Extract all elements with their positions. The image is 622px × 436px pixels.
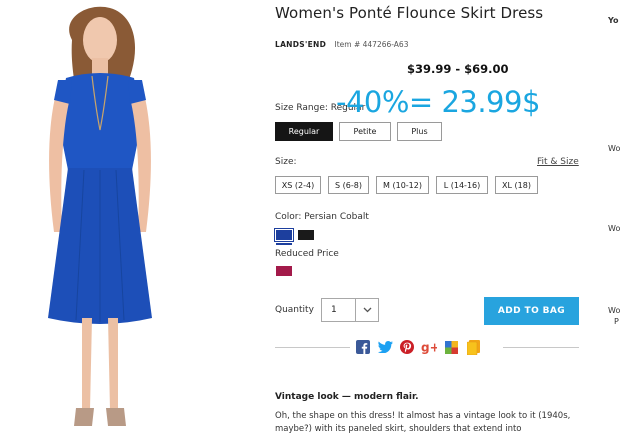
product-photo[interactable] [0, 0, 200, 436]
selected-swatch-indicator [276, 243, 292, 245]
share-icons: g+ [355, 339, 481, 355]
divider [275, 347, 350, 348]
quantity-value: 1 [331, 305, 337, 315]
model-wearing-dress-image [48, 6, 152, 426]
size-xs-button[interactable]: XS (2-4) [275, 176, 321, 194]
pinterest-icon[interactable] [399, 339, 415, 355]
twitter-icon[interactable] [377, 339, 393, 355]
item-number: Item # 447266-A63 [334, 40, 409, 49]
side-heading-fragment: Yo [608, 16, 619, 25]
price-range: $39.99 - $69.00 [407, 62, 509, 76]
color-swatch-black[interactable] [298, 230, 314, 240]
size-s-button[interactable]: S (6-8) [328, 176, 369, 194]
product-title: Women's Ponté Flounce Skirt Dress [275, 4, 544, 22]
description-heading: Vintage look — modern flair. [275, 392, 419, 402]
brand-row: LANDS'END Item # 447266-A63 [275, 40, 408, 49]
color-label: Color: Persian Cobalt [275, 212, 369, 222]
side-item-fragment: Wo [608, 306, 621, 315]
facebook-icon[interactable] [355, 339, 371, 355]
quantity-label: Quantity [275, 305, 314, 315]
gift-icon[interactable] [465, 339, 481, 355]
quantity-select[interactable]: 1 [321, 298, 379, 322]
fit-and-size-link[interactable]: Fit & Size [537, 157, 579, 167]
delicious-icon[interactable] [443, 339, 459, 355]
size-xl-button[interactable]: XL (18) [495, 176, 538, 194]
color-swatch-persian-cobalt[interactable] [274, 228, 294, 242]
size-m-button[interactable]: M (10-12) [376, 176, 429, 194]
chevron-down-icon [355, 299, 378, 321]
svg-text:g+: g+ [421, 341, 437, 355]
size-l-button[interactable]: L (14-16) [436, 176, 488, 194]
size-range-petite-button[interactable]: Petite [339, 122, 391, 141]
color-swatch-reduced[interactable] [276, 266, 292, 276]
side-item-fragment: P [614, 317, 619, 326]
side-item-fragment: Wo [608, 144, 621, 153]
reduced-price-label: Reduced Price [275, 249, 339, 259]
size-range-plus-button[interactable]: Plus [397, 122, 442, 141]
divider [503, 347, 579, 348]
discount-overlay-text: -40%= 23.99$ [336, 85, 540, 119]
side-item-fragment: Wo [608, 224, 621, 233]
google-plus-icon[interactable]: g+ [421, 339, 437, 355]
add-to-bag-button[interactable]: ADD TO BAG [484, 297, 579, 325]
size-label: Size: [275, 157, 297, 167]
size-range-regular-button[interactable]: Regular [275, 122, 333, 141]
description-body: Oh, the shape on this dress! It almost h… [275, 411, 571, 434]
brand-logo: LANDS'END [275, 40, 327, 49]
